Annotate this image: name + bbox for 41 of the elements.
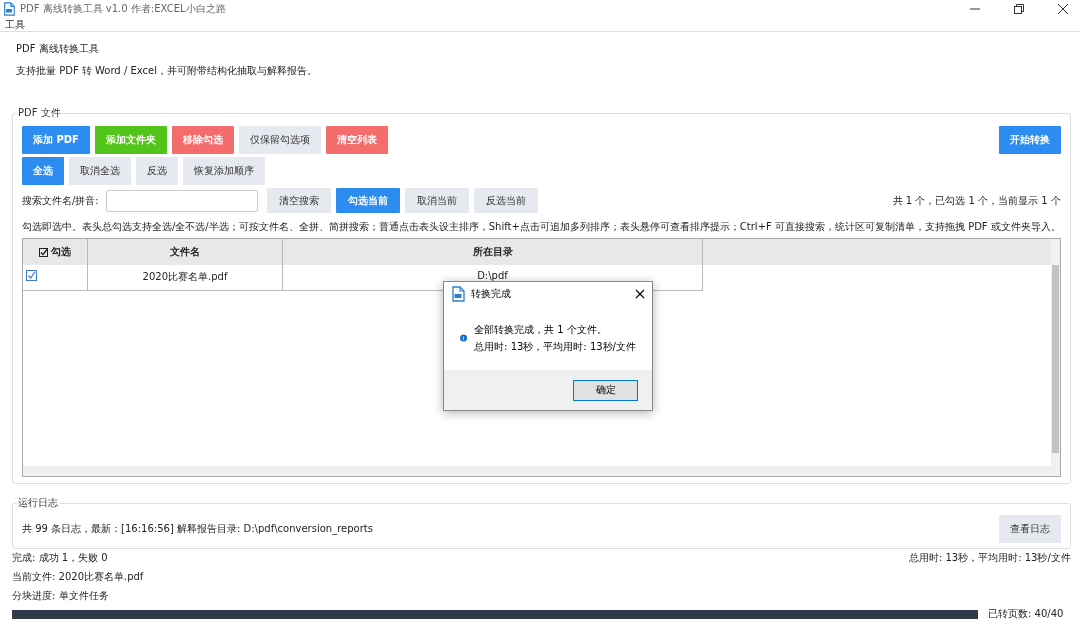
group-label: 运行日志 <box>17 496 59 510</box>
pages-converted: 已转页数: 40/40 <box>988 607 1064 621</box>
restore-icon[interactable] <box>1014 4 1024 14</box>
dialog-message: 全部转换完成，共 1 个文件。 <box>474 322 608 337</box>
scrollbar[interactable] <box>23 466 1060 476</box>
checkbox-icon[interactable] <box>39 247 48 257</box>
pdf-file-icon <box>450 286 466 302</box>
chunk-progress-text: 分块进度: 单文件任务 <box>12 588 109 603</box>
current-file-text: 当前文件: 2020比赛名单.pdf <box>12 569 144 584</box>
usage-hint: 勾选即选中。表头总勾选支持全选/全不选/半选；可按文件名、全拼、简拼搜索；普通点击表头设主排序，Shift+点击可追加多列排序；表头悬停可查看排序提示；Ctrl+F 可直接搜索，统计区可复制清单，支持拖拽 PDF 或文件夹导入。 <box>22 220 1061 234</box>
column-label: 勾选 <box>51 245 71 259</box>
app-description: 支持批量 PDF 转 Word / Excel，并可附带结构化抽取与解释报告。 <box>16 64 318 78</box>
view-log-button[interactable]: 查看日志 <box>998 515 1061 543</box>
search-label: 搜索文件名/拼音: <box>22 193 99 208</box>
scrollbar[interactable] <box>1050 239 1060 466</box>
app-heading: PDF 离线转换工具 <box>16 42 100 56</box>
dialog-message: 总用时: 13秒，平均用时: 13秒/文件 <box>474 339 636 354</box>
toolbar-button[interactable]: 取消全选 <box>69 157 131 185</box>
column-header[interactable]: 文件名 <box>88 239 283 265</box>
selection-stats: 共 1 个，已勾选 1 个，当前显示 1 个 <box>892 193 1061 208</box>
table-cell: 2020比赛名单.pdf <box>88 265 283 291</box>
toolbar-button[interactable]: 反选 <box>136 157 178 185</box>
toolbar-button[interactable]: 仅保留勾选项 <box>238 126 321 154</box>
toolbar-button[interactable]: 清空搜索 <box>266 188 331 213</box>
ok-button[interactable]: 确定 <box>573 379 638 401</box>
row-checkbox[interactable] <box>26 270 37 281</box>
window-title: PDF 离线转换工具 v1.0 作者:EXCEL小白之路 <box>20 2 227 16</box>
result-text: 完成: 成功 1，失败 0 <box>12 551 108 565</box>
menu-item[interactable]: 工具 <box>5 18 25 32</box>
close-icon[interactable] <box>1058 4 1068 14</box>
column-header[interactable]: 勾选 <box>23 239 88 265</box>
close-icon[interactable] <box>634 288 646 300</box>
group-label: PDF 文件 <box>17 106 62 120</box>
search-field[interactable] <box>105 189 258 212</box>
app-icon <box>2 2 16 16</box>
column-header[interactable]: 所在目录 <box>283 239 703 265</box>
timing-text: 总用时: 13秒，平均用时: 13秒/文件 <box>908 551 1071 565</box>
toolbar-button[interactable]: 取消当前 <box>404 188 469 213</box>
log-summary: 共 99 条日志，最新：[16:16:56] 解释报告目录: D:\pdf\conversion_reports <box>22 522 373 536</box>
toolbar-button[interactable]: 恢复添加顺序 <box>183 157 265 185</box>
toolbar-button[interactable]: 反选当前 <box>473 188 538 213</box>
